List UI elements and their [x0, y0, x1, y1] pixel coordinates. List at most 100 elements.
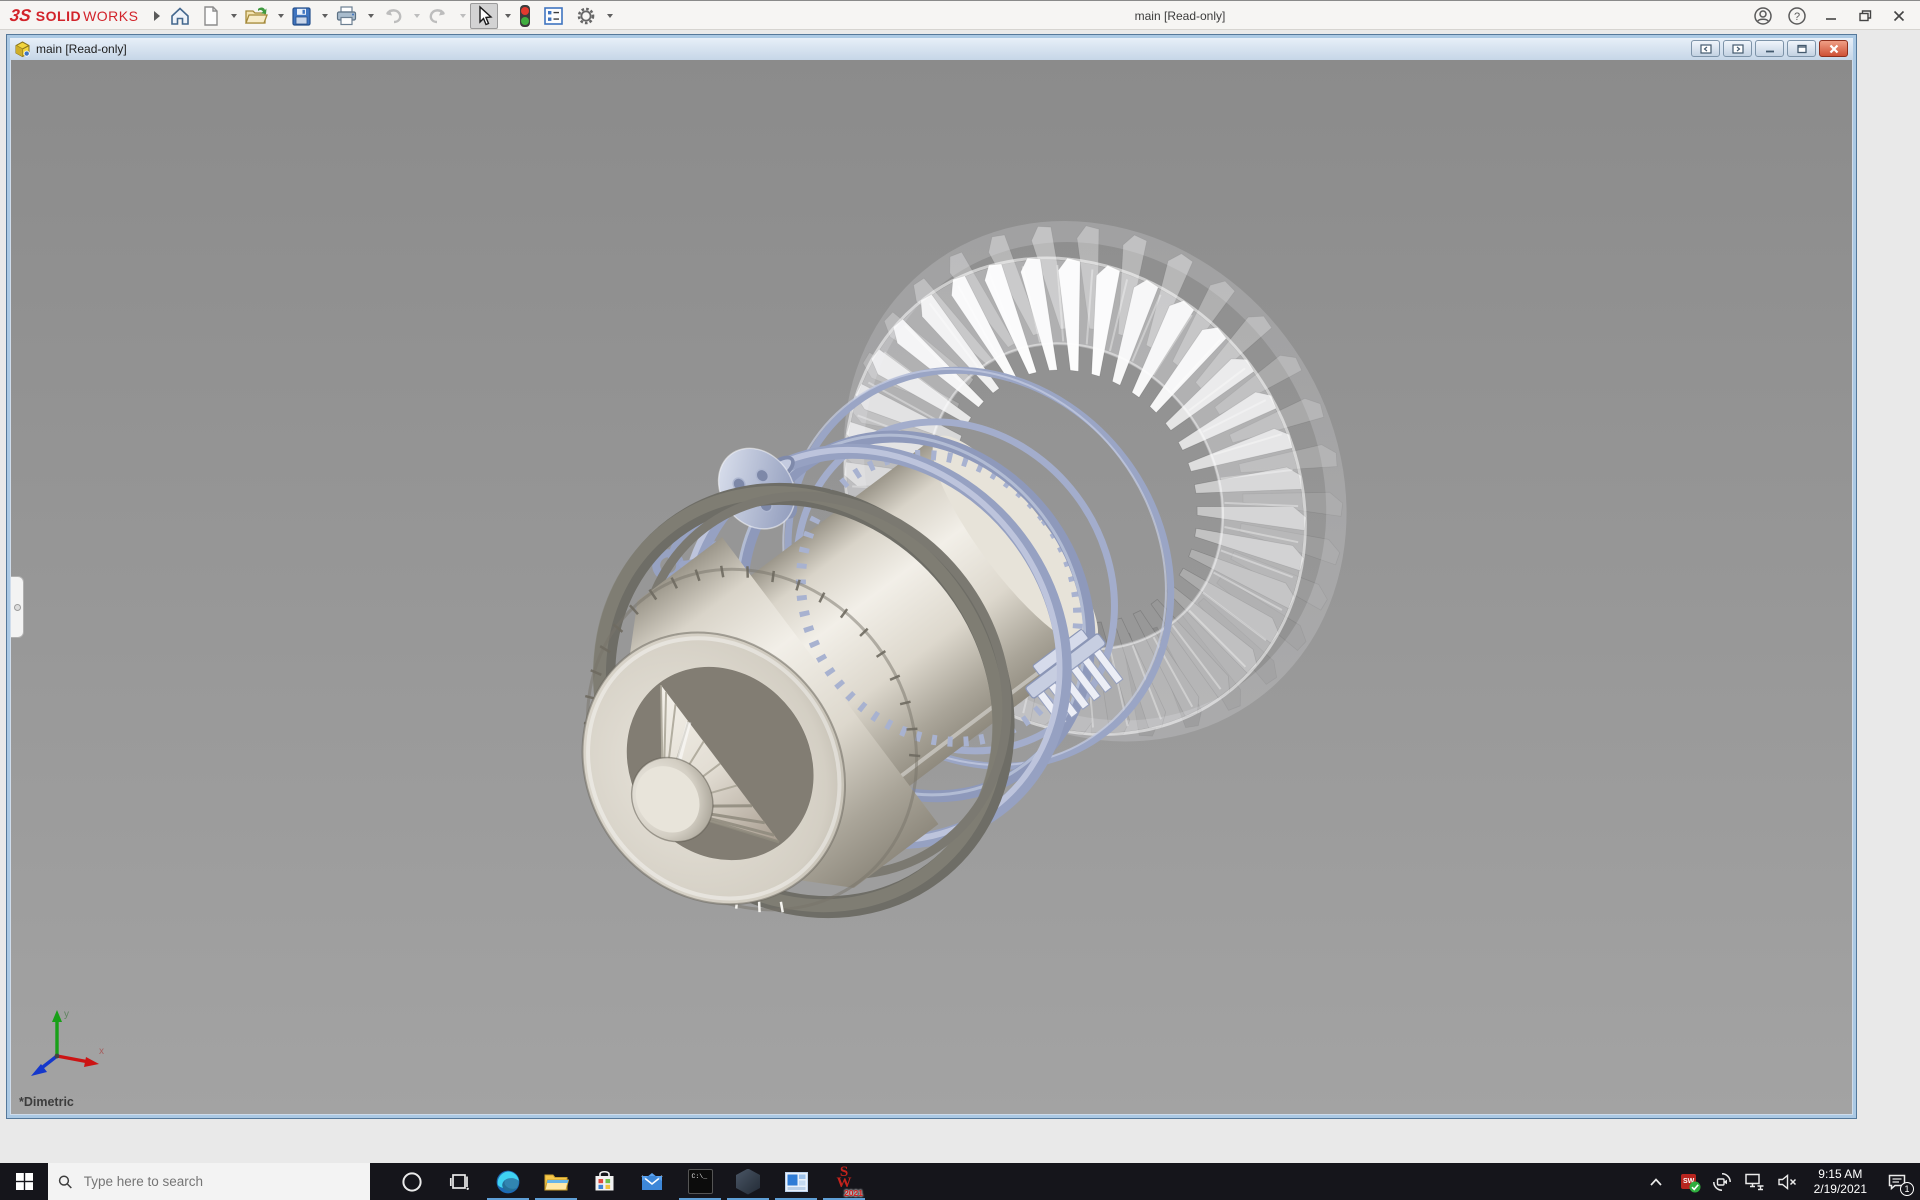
tray-time: 9:15 AM [1814, 1167, 1867, 1182]
redo-button[interactable] [424, 3, 453, 29]
doc-restore-button[interactable] [1787, 40, 1816, 57]
volume-muted-icon [1777, 1173, 1798, 1191]
doc-dock-left-button[interactable] [1691, 40, 1720, 57]
taskbar-terminal[interactable]: C:\_ [676, 1163, 724, 1200]
account-icon [1753, 6, 1773, 26]
document-titlebar[interactable]: main [Read-only] [10, 38, 1853, 60]
windows-taskbar: C:\_ S W 2021 [0, 1163, 1920, 1200]
app-workarea: main [Read-only] [0, 30, 1920, 1163]
taskbar-search[interactable] [48, 1163, 370, 1200]
options-button[interactable] [572, 3, 600, 29]
doc-close-icon [1828, 44, 1840, 54]
terminal-icon: C:\_ [688, 1169, 713, 1194]
toolbar-expand-arrow[interactable] [154, 11, 160, 21]
hexagon-app-icon [736, 1169, 760, 1195]
feature-panel-collapsed-tab[interactable] [11, 576, 24, 638]
chevron-up-icon [1649, 1177, 1663, 1187]
undo-button[interactable] [378, 3, 407, 29]
doc-restore-icon [1796, 44, 1808, 54]
edge-icon [495, 1169, 521, 1195]
minimize-button[interactable] [1816, 3, 1846, 29]
home-icon [169, 5, 191, 27]
select-tool-button[interactable] [470, 3, 498, 29]
doc-minimize-icon [1764, 44, 1776, 54]
new-document-icon [201, 5, 221, 27]
options-caret[interactable] [607, 14, 613, 18]
tray-date: 2/19/2021 [1814, 1182, 1867, 1197]
open-folder-icon [244, 5, 268, 27]
select-tool-caret[interactable] [505, 14, 511, 18]
open-button[interactable] [241, 3, 271, 29]
account-button[interactable] [1748, 3, 1778, 29]
save-button[interactable] [288, 3, 315, 29]
new-document-caret[interactable] [231, 14, 237, 18]
solidworks-year-badge: 2021 [844, 1188, 863, 1199]
orientation-triad[interactable]: y x [23, 1004, 109, 1088]
taskbar-solidworks[interactable]: S W 2021 [820, 1163, 868, 1200]
solidworks-monitor-icon: SW [1681, 1174, 1696, 1189]
panel-handle-dot [14, 604, 21, 611]
windows-logo-icon [16, 1173, 33, 1190]
undo-icon [381, 6, 404, 26]
help-button[interactable]: ? [1782, 3, 1812, 29]
tray-volume-muted[interactable] [1777, 1170, 1799, 1194]
search-input[interactable] [82, 1173, 360, 1190]
help-icon: ? [1787, 6, 1807, 26]
doc-dock-right-button[interactable] [1723, 40, 1752, 57]
notification-count-badge: 1 [1900, 1182, 1914, 1196]
document-title: main [Read-only] [36, 42, 127, 56]
store-icon [592, 1169, 617, 1194]
save-icon [291, 6, 312, 27]
dock-right-icon [1732, 44, 1744, 54]
search-icon [58, 1174, 73, 1190]
print-icon [335, 5, 358, 27]
engine-model-canvas[interactable] [11, 60, 1852, 1114]
select-cursor-icon [474, 5, 494, 27]
close-icon [1891, 8, 1907, 24]
restore-button[interactable] [1850, 3, 1880, 29]
tray-action-center[interactable]: 1 [1882, 1169, 1912, 1195]
close-button[interactable] [1884, 3, 1914, 29]
print-button[interactable] [332, 3, 361, 29]
taskbar-cortana[interactable] [388, 1163, 436, 1200]
redo-caret[interactable] [460, 14, 466, 18]
doc-close-button[interactable] [1819, 40, 1848, 57]
meet-now-camera-icon [1712, 1172, 1732, 1192]
taskbar-mail[interactable] [628, 1163, 676, 1200]
taskbar-edge[interactable] [484, 1163, 532, 1200]
print-caret[interactable] [368, 14, 374, 18]
minimize-icon [1823, 8, 1839, 24]
new-document-button[interactable] [198, 3, 224, 29]
save-caret[interactable] [322, 14, 328, 18]
taskbar-store[interactable] [580, 1163, 628, 1200]
taskbar-media-app[interactable] [772, 1163, 820, 1200]
doc-minimize-button[interactable] [1755, 40, 1784, 57]
home-button[interactable] [166, 3, 194, 29]
document-window: main [Read-only] [6, 34, 1857, 1119]
svg-text:?: ? [1794, 11, 1800, 23]
open-caret[interactable] [278, 14, 284, 18]
gear-icon [575, 5, 597, 27]
tray-meet-now[interactable] [1711, 1170, 1733, 1194]
mail-icon [639, 1170, 665, 1194]
taskbar-file-explorer[interactable] [532, 1163, 580, 1200]
start-button[interactable] [0, 1163, 48, 1200]
file-properties-icon [542, 5, 565, 27]
taskbar-hexagon-app[interactable] [724, 1163, 772, 1200]
undo-caret[interactable] [414, 14, 420, 18]
taskbar-task-view[interactable] [436, 1163, 484, 1200]
media-app-icon [784, 1171, 809, 1193]
tray-solidworks-monitor[interactable]: SW [1678, 1170, 1700, 1194]
check-icon [1689, 1181, 1701, 1193]
solidworks-app-icon: S W 2021 [829, 1167, 859, 1197]
file-explorer-icon [543, 1169, 569, 1195]
tray-clock[interactable]: 9:15 AM 2/19/2021 [1814, 1167, 1867, 1197]
logo-mark: 3S [9, 6, 33, 26]
rebuild-button[interactable] [515, 3, 535, 29]
tray-chevron-up[interactable] [1645, 1170, 1667, 1194]
tray-network[interactable] [1744, 1170, 1766, 1194]
triad-x-label: x [99, 1046, 104, 1057]
file-properties-button[interactable] [539, 3, 568, 29]
3d-viewport[interactable]: y x *Dimetric [11, 60, 1852, 1114]
assembly-document-icon [14, 41, 31, 58]
